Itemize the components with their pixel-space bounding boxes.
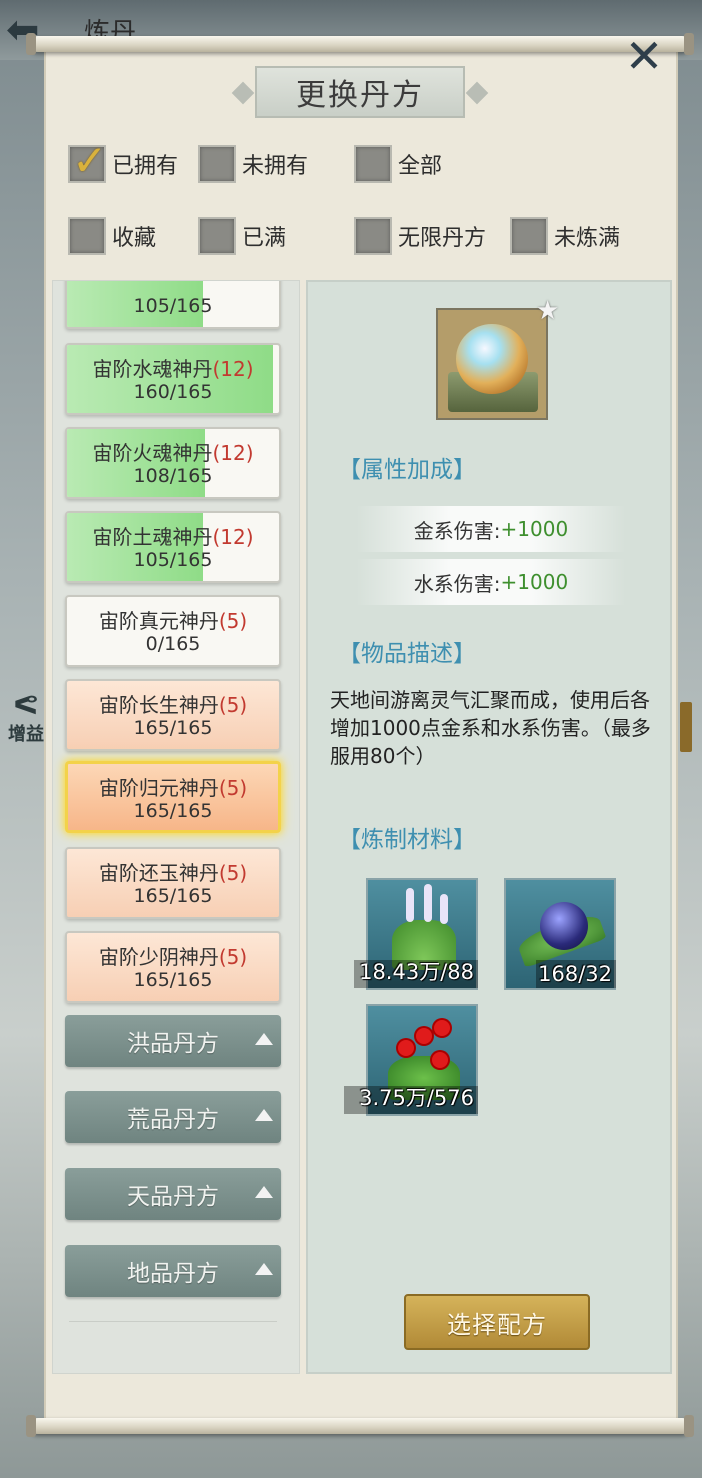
pill-orb-icon — [456, 324, 528, 394]
recipe-list[interactable]: 105/165 宙阶水魂神丹(12) 160/165 宙阶火魂神丹(12) 10… — [52, 280, 300, 1374]
checkbox[interactable] — [198, 145, 236, 183]
materials-section-title: 【炼制材料】 — [338, 827, 476, 853]
recipe-count: 165/165 — [133, 800, 213, 822]
category-hong[interactable]: 洪品丹方 — [65, 1015, 281, 1067]
recipe-name: 宙阶真元神丹(5) — [98, 609, 248, 633]
category-label: 洪品丹方 — [127, 1031, 219, 1057]
recipe-item-selected[interactable]: 宙阶归元神丹(5) 165/165 — [65, 761, 281, 833]
attribute-row: 金系伤害: +1000 — [356, 506, 626, 552]
recipe-item[interactable]: 宙阶土魂神丹(12) 105/165 — [65, 511, 281, 583]
attribute-value: +1000 — [500, 517, 569, 541]
recipe-item[interactable]: 宙阶火魂神丹(12) 108/165 — [65, 427, 281, 499]
collapse-arrow-icon — [255, 1186, 273, 1198]
category-label: 天品丹方 — [127, 1184, 219, 1210]
recipe-name: 宙阶还玉神丹(5) — [98, 861, 248, 885]
category-tian[interactable]: 天品丹方 — [65, 1168, 281, 1220]
recipe-item[interactable]: 宙阶真元神丹(5) 0/165 — [65, 595, 281, 667]
recipe-count: 0/165 — [145, 633, 201, 655]
checkmark-icon: ✓ — [72, 136, 108, 185]
filter-all[interactable]: 全部 — [354, 144, 442, 184]
filter-favorites[interactable]: 收藏 — [68, 216, 156, 256]
material-count: 18.43万/88 — [359, 960, 474, 984]
filter-label: 已拥有 — [112, 154, 179, 179]
recipe-count: 160/165 — [133, 381, 213, 403]
filter-label: 收藏 — [112, 226, 157, 251]
recipe-name: 宙阶土魂神丹(12) — [92, 525, 254, 549]
scroll-rod-bottom — [26, 1415, 694, 1437]
filter-label: 无限丹方 — [398, 226, 487, 251]
scroll-rod-top — [26, 33, 694, 55]
filter-owned[interactable]: ✓ 已拥有 — [68, 137, 179, 185]
side-buff-label: 增益 — [8, 724, 44, 745]
side-buff-icon[interactable]: ᕙ 增益 — [4, 690, 48, 760]
category-label: 地品丹方 — [127, 1261, 219, 1287]
filter-label: 全部 — [398, 154, 443, 179]
recipe-count: 165/165 — [133, 969, 213, 991]
right-edge-tab — [680, 702, 692, 752]
recipe-item[interactable]: 宙阶水魂神丹(12) 160/165 — [65, 343, 281, 415]
filter-label: 未拥有 — [242, 154, 309, 179]
attribute-section-title: 【属性加成】 — [338, 457, 476, 483]
select-recipe-label: 选择配方 — [447, 1310, 547, 1339]
recipe-name: 宙阶归元神丹(5) — [98, 776, 248, 800]
recipe-name: 宙阶长生神丹(5) — [98, 693, 248, 717]
recipe-count: 108/165 — [133, 465, 213, 487]
recipe-count: 165/165 — [133, 885, 213, 907]
checkbox[interactable] — [68, 217, 106, 255]
recipe-count: 105/165 — [133, 295, 213, 317]
category-huang[interactable]: 荒品丹方 — [65, 1091, 281, 1143]
close-icon[interactable]: ✕ — [622, 33, 666, 80]
attribute-label: 水系伤害: — [413, 571, 501, 596]
checkbox[interactable] — [354, 217, 392, 255]
dialog-title-banner: 更换丹方 — [231, 66, 489, 118]
filter-label: 未炼满 — [554, 226, 621, 251]
filter-full[interactable]: 已满 — [198, 216, 286, 256]
checkbox[interactable]: ✓ — [68, 137, 107, 185]
collapse-arrow-icon — [255, 1263, 273, 1275]
pill-item-icon[interactable] — [436, 308, 548, 420]
collapse-arrow-icon — [255, 1109, 273, 1121]
select-recipe-button[interactable]: 选择配方 — [404, 1294, 590, 1350]
item-description: 天地间游离灵气汇聚而成，使用后各增加1000点金系和水系伤害。（最多服用80个） — [330, 688, 651, 768]
recipe-name: 宙阶火魂神丹(12) — [92, 441, 254, 465]
recipe-item[interactable]: 宙阶长生神丹(5) 165/165 — [65, 679, 281, 751]
filter-not-maxed[interactable]: 未炼满 — [510, 216, 620, 256]
recipe-item[interactable]: 105/165 — [65, 281, 281, 329]
material-slot[interactable]: 18.43万/88 — [354, 878, 478, 990]
collapse-arrow-icon — [255, 1033, 273, 1045]
checkbox[interactable] — [198, 217, 236, 255]
checkbox[interactable] — [354, 145, 392, 183]
recipe-name: 宙阶水魂神丹(12) — [92, 357, 254, 381]
filter-unlimited[interactable]: 无限丹方 — [354, 216, 486, 256]
dialog-title: 更换丹方 — [296, 78, 424, 113]
list-divider — [69, 1321, 277, 1322]
filter-label: 已满 — [242, 226, 287, 251]
description-section-title: 【物品描述】 — [338, 641, 476, 667]
material-slot[interactable]: 168/32 — [504, 878, 616, 990]
material-count: 168/32 — [538, 962, 612, 986]
category-di[interactable]: 地品丹方 — [65, 1245, 281, 1297]
favorite-star-icon[interactable]: ★ — [536, 296, 559, 326]
attribute-value: +1000 — [500, 570, 569, 594]
recipe-item[interactable]: 宙阶还玉神丹(5) 165/165 — [65, 847, 281, 919]
category-label: 荒品丹方 — [127, 1107, 219, 1133]
recipe-item[interactable]: 宙阶少阴神丹(5) 165/165 — [65, 931, 281, 1003]
material-slot[interactable]: 3.75万/576 — [344, 1004, 478, 1116]
material-count: 3.75万/576 — [359, 1086, 474, 1110]
checkbox[interactable] — [510, 217, 548, 255]
recipe-count: 165/165 — [133, 717, 213, 739]
attribute-row: 水系伤害: +1000 — [356, 559, 626, 605]
attribute-label: 金系伤害: — [413, 518, 501, 543]
recipe-count: 105/165 — [133, 549, 213, 571]
recipe-detail: ★ 【属性加成】 金系伤害: +1000 水系伤害: +1000 【物品描述】 … — [306, 280, 672, 1374]
filter-not-owned[interactable]: 未拥有 — [198, 144, 308, 184]
recipe-name: 宙阶少阴神丹(5) — [98, 945, 248, 969]
